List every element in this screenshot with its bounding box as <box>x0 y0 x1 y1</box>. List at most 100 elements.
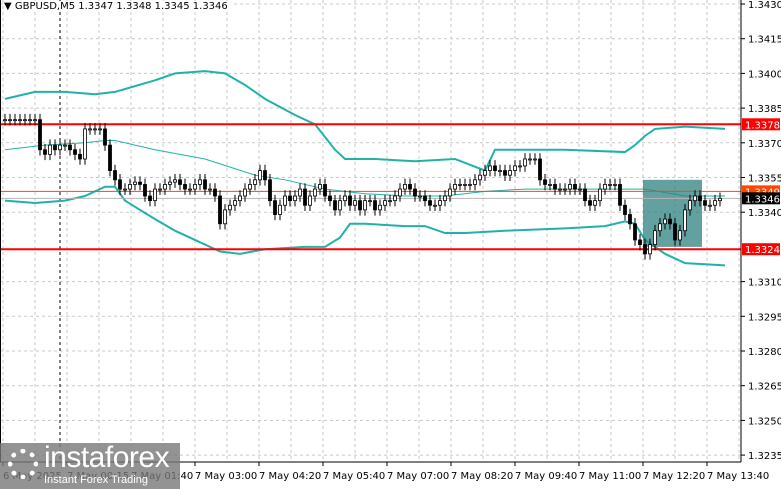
candle <box>238 190 242 207</box>
candle <box>298 183 302 202</box>
candle-body <box>708 204 712 207</box>
candle <box>343 190 347 207</box>
candle-body <box>283 195 287 206</box>
candle <box>108 139 112 177</box>
candle-body <box>218 195 222 225</box>
candle-body <box>163 184 167 190</box>
candle <box>708 199 712 212</box>
level-price-tag: 1.3324 <box>745 245 780 256</box>
candle <box>153 183 157 207</box>
candle <box>428 194 432 212</box>
candle <box>58 139 62 156</box>
candle <box>383 194 387 212</box>
candle-body <box>348 195 352 206</box>
candle <box>83 123 87 165</box>
candle <box>303 183 307 212</box>
candle <box>493 160 497 177</box>
candle-body <box>88 128 92 131</box>
candle <box>178 174 182 191</box>
candle-body <box>393 195 397 202</box>
candle <box>453 178 457 195</box>
candle-body <box>428 200 432 206</box>
candle-body <box>648 244 652 255</box>
candle-body <box>208 188 212 191</box>
candle-body <box>483 170 487 176</box>
gear-logo-icon <box>8 449 38 479</box>
candle-body <box>548 184 552 186</box>
y-tick-label: 1.3355 <box>748 174 781 185</box>
candle-body <box>298 188 302 197</box>
candle-body <box>258 170 262 181</box>
candle-body <box>308 195 312 206</box>
candle-body <box>518 165 522 168</box>
candle <box>473 174 477 191</box>
candle-body <box>378 204 382 211</box>
candle-body <box>168 181 172 185</box>
candle-body <box>478 174 482 181</box>
candle-body <box>458 184 462 186</box>
candle-body <box>138 181 142 185</box>
symbol-label: GBPUSD,M5 <box>14 1 76 12</box>
candle-body <box>288 195 292 202</box>
candle <box>263 164 267 186</box>
x-tick-label: 7 May 12:20 <box>643 471 705 482</box>
candle-body <box>143 184 147 197</box>
candle <box>568 178 572 195</box>
candle-body <box>58 144 62 151</box>
candle-body <box>443 195 447 202</box>
candle <box>408 178 412 195</box>
candle-body <box>678 230 682 241</box>
candle-body <box>313 188 317 197</box>
candle-body <box>658 223 662 232</box>
candle <box>348 190 352 212</box>
candle-body <box>383 200 387 206</box>
candle-body <box>468 184 472 186</box>
candle-body <box>488 165 492 171</box>
candle-body <box>213 188 217 197</box>
candle <box>283 190 287 212</box>
candle <box>218 190 222 230</box>
candle <box>393 190 397 207</box>
candle <box>308 190 312 212</box>
candle <box>718 192 722 207</box>
candle-body <box>38 119 42 151</box>
candle-body <box>503 170 507 176</box>
candle <box>613 178 617 191</box>
candle-body <box>558 188 562 191</box>
candle <box>163 178 167 195</box>
collapse-arrow-icon[interactable]: ▼ <box>4 1 12 12</box>
candle-body <box>703 200 707 206</box>
y-tick-label: 1.3295 <box>748 312 781 323</box>
price-chart[interactable]: 1.3430 1.3415 1.3400 1.3385 1.3370 1.3355 1.33… <box>0 0 781 489</box>
candle <box>498 164 502 177</box>
candle-body <box>673 223 677 241</box>
candle-body <box>623 204 627 215</box>
candle <box>103 123 107 151</box>
highlight-zone <box>643 179 702 247</box>
candle <box>518 160 522 172</box>
candle-body <box>543 179 547 185</box>
candle-body <box>273 200 277 215</box>
candle <box>508 164 512 181</box>
candle <box>463 178 467 191</box>
candle <box>293 190 297 207</box>
candle <box>523 153 527 172</box>
candle-body <box>178 179 182 185</box>
candle-body <box>698 195 702 202</box>
candle-body <box>528 158 532 161</box>
candle-body <box>663 218 667 225</box>
candle-body <box>433 204 437 207</box>
candle-body <box>438 200 442 206</box>
candle <box>633 217 637 246</box>
candle-body <box>598 188 602 202</box>
candle-body <box>68 144 72 151</box>
candle-body <box>103 128 107 146</box>
x-tick-label: 7 May 07:00 <box>387 471 449 482</box>
candle-body <box>188 188 192 191</box>
candle <box>398 183 402 202</box>
candle-body <box>448 188 452 197</box>
candle <box>558 183 562 195</box>
x-tick-label: 7 May 08:20 <box>451 471 513 482</box>
candle-body <box>203 179 207 190</box>
candle-body <box>523 158 527 167</box>
